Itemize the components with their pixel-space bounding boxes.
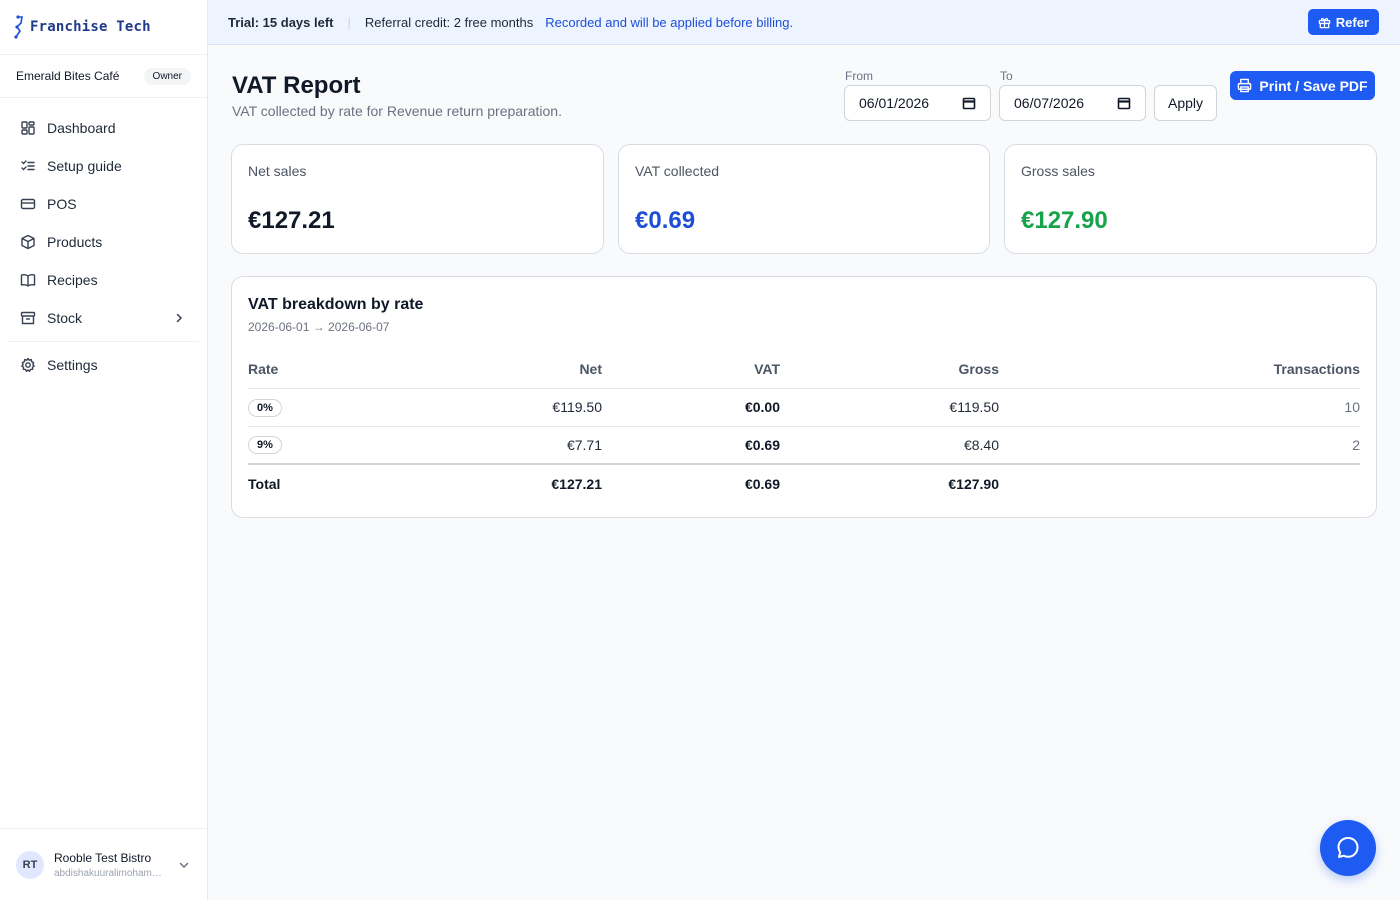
avatar: RT — [16, 850, 44, 879]
date-range: 2026-06-01 → 2026-06-07 — [248, 320, 390, 334]
sidebar-item-label: Dashboard — [47, 120, 116, 136]
user-menu[interactable]: RT Rooble Test Bistro abdishakuuralimoha… — [0, 828, 208, 900]
logo-icon — [14, 15, 23, 39]
banner-separator: | — [347, 14, 351, 30]
stat-value: €127.21 — [248, 207, 335, 234]
user-name: Rooble Test Bistro — [54, 850, 152, 865]
stat-label: Net sales — [248, 163, 307, 179]
stat-value: €0.69 — [635, 207, 696, 234]
nav-divider — [8, 341, 199, 342]
sidebar-item-label: Settings — [47, 357, 98, 373]
role-badge: Owner — [143, 67, 191, 85]
column-header-gross[interactable]: Gross — [780, 351, 999, 389]
total-vat-cell: €0.69 — [602, 463, 780, 502]
referral-credit: Referral credit: 2 free months — [364, 14, 534, 30]
vat-breakdown-panel: VAT breakdown by rate 2026-06-01 → 2026-… — [231, 276, 1377, 518]
gross-sales-card: Gross sales €127.90 — [1004, 144, 1377, 254]
book-icon — [20, 274, 36, 287]
chat-button[interactable] — [1320, 820, 1376, 876]
referral-note: Recorded and will be applied before bill… — [545, 14, 794, 30]
total-net-cell: €127.21 — [398, 463, 602, 502]
trial-status: Trial: 15 days left — [228, 14, 334, 30]
stat-label: Gross sales — [1021, 163, 1095, 179]
stat-value: €127.90 — [1021, 207, 1108, 234]
from-label: From — [845, 69, 873, 83]
org-switcher[interactable]: Emerald Bites Café Owner — [0, 54, 207, 98]
sidebar-item-pos[interactable]: POS — [0, 185, 207, 223]
sidebar-item-label: Recipes — [47, 272, 98, 288]
to-date-value: 06/07/2026 — [1014, 95, 1085, 111]
total-transactions-cell — [999, 463, 1360, 502]
trial-banner: Trial: 15 days left | Referral credit: 2… — [208, 0, 1400, 45]
panel-title: VAT breakdown by rate — [248, 296, 424, 313]
archive-icon — [20, 311, 36, 325]
dashboard-icon — [21, 121, 35, 135]
sidebar-item-products[interactable]: Products — [0, 223, 207, 261]
print-label: Print / Save PDF — [1259, 77, 1368, 94]
column-header-transactions[interactable]: Transactions — [999, 351, 1360, 389]
brand-logo[interactable]: Franchise Tech — [0, 0, 207, 54]
sidebar-item-setup-guide[interactable]: Setup guide — [0, 147, 207, 185]
to-label: To — [1000, 69, 1013, 83]
gross-cell: €8.40 — [780, 426, 999, 465]
brand-name: Franchise Tech — [30, 19, 151, 35]
apply-button[interactable]: Apply — [1154, 85, 1217, 121]
user-email: abdishakuuralimohamed@gmail.com — [54, 867, 166, 879]
sidebar: Franchise Tech Emerald Bites Café Owner … — [0, 0, 208, 900]
sidebar-item-recipes[interactable]: Recipes — [0, 261, 207, 299]
print-save-pdf-button[interactable]: Print / Save PDF — [1230, 71, 1375, 100]
chat-bubble-icon — [1337, 837, 1359, 858]
total-label: Total — [248, 463, 398, 502]
sidebar-item-label: Setup guide — [47, 158, 122, 174]
card-icon — [20, 198, 36, 210]
transactions-cell: 2 — [999, 426, 1360, 465]
table-total-row: Total €127.21 €0.69 €127.90 — [248, 463, 1360, 502]
refer-label: Refer — [1335, 14, 1369, 30]
column-header-net[interactable]: Net — [398, 351, 602, 389]
total-gross-cell: €127.90 — [780, 463, 999, 502]
sidebar-item-settings[interactable]: Settings — [0, 346, 207, 384]
table-row: 9% €7.71 €0.69 €8.40 2 — [248, 426, 1360, 465]
sidebar-item-label: Stock — [47, 310, 83, 326]
page-title: VAT Report — [232, 72, 361, 99]
stat-label: VAT collected — [635, 163, 720, 179]
table-header-row: Rate Net VAT Gross Transactions — [248, 351, 1360, 389]
vat-breakdown-table: Rate Net VAT Gross Transactions 0% €119.… — [248, 351, 1360, 502]
transactions-cell: 10 — [999, 388, 1360, 427]
printer-icon — [1238, 78, 1252, 93]
sidebar-item-label: POS — [47, 196, 77, 212]
chevron-right-icon — [176, 313, 183, 323]
from-date-input[interactable]: 06/01/2026 — [844, 85, 991, 121]
checklist-icon — [21, 160, 35, 171]
calendar-icon — [962, 97, 976, 110]
chevron-down-icon — [179, 862, 189, 868]
sidebar-item-label: Products — [47, 234, 103, 250]
rate-badge: 9% — [248, 436, 282, 455]
refer-button[interactable]: Refer — [1307, 9, 1379, 35]
gift-icon — [1318, 17, 1331, 28]
vat-cell: €0.00 — [602, 388, 780, 427]
calendar-icon — [1117, 97, 1131, 110]
vat-collected-card: VAT collected €0.69 — [618, 144, 990, 254]
sidebar-nav: Dashboard Setup guide POS Products Recip… — [0, 98, 207, 384]
to-date-input[interactable]: 06/07/2026 — [999, 85, 1146, 121]
table-row: 0% €119.50 €0.00 €119.50 10 — [248, 388, 1360, 427]
net-sales-card: Net sales €127.21 — [231, 144, 604, 254]
page-subtitle: VAT collected by rate for Revenue return… — [232, 103, 562, 119]
net-cell: €7.71 — [398, 426, 602, 465]
box-icon — [21, 234, 35, 250]
vat-cell: €0.69 — [602, 426, 780, 465]
sidebar-item-stock[interactable]: Stock — [0, 299, 207, 337]
column-header-rate[interactable]: Rate — [248, 351, 398, 389]
gear-icon — [21, 357, 35, 372]
org-name: Emerald Bites Café — [16, 69, 120, 83]
net-cell: €119.50 — [398, 388, 602, 427]
sidebar-item-dashboard[interactable]: Dashboard — [0, 109, 207, 147]
rate-badge: 0% — [248, 398, 282, 417]
from-date-value: 06/01/2026 — [859, 95, 930, 111]
gross-cell: €119.50 — [780, 388, 999, 427]
column-header-vat[interactable]: VAT — [602, 351, 780, 389]
